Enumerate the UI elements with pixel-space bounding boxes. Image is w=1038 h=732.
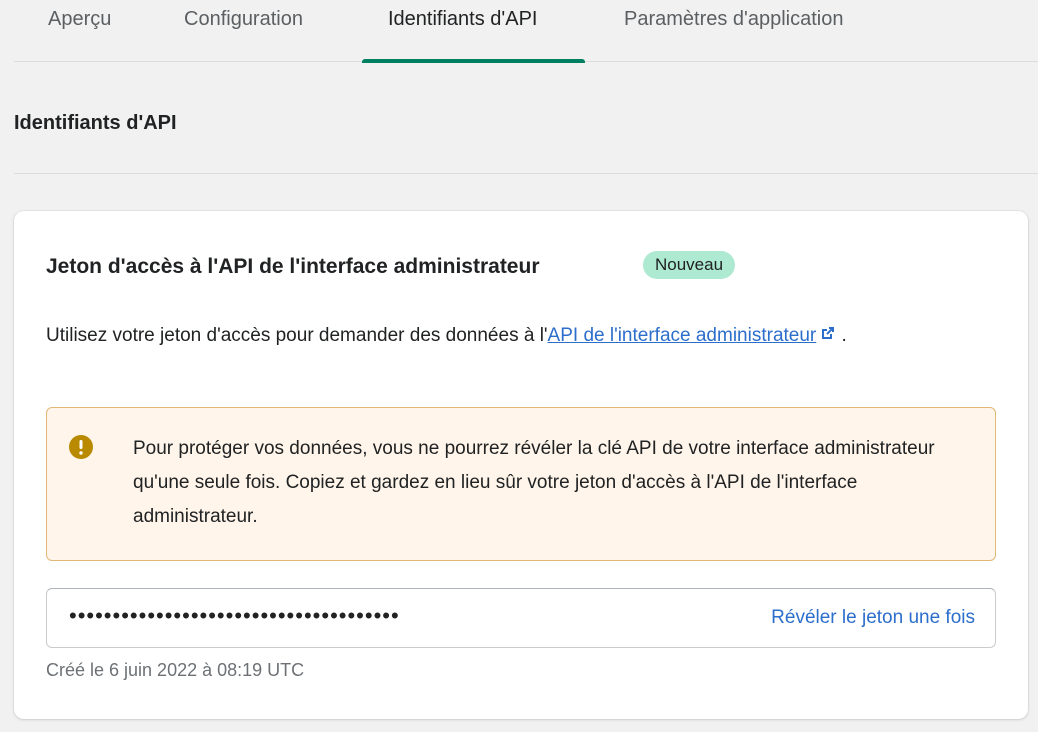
created-timestamp: Créé le 6 juin 2022 à 08:19 UTC xyxy=(46,660,305,680)
admin-api-token-card: Jeton d'accès à l'API de l'interface adm… xyxy=(14,211,1028,719)
warning-banner-text: Pour protéger vos données, vous ne pourr… xyxy=(133,438,935,527)
description-suffix: . xyxy=(836,325,847,347)
masked-token-value: •••••••••••••••••••••••••••••••••••••• xyxy=(69,603,400,628)
warning-banner: Pour protéger vos données, vous ne pourr… xyxy=(46,407,996,561)
tab-configuration[interactable]: Configuration xyxy=(184,8,303,31)
new-badge: Nouveau xyxy=(643,251,736,279)
active-tab-indicator xyxy=(362,59,585,63)
description-text: Utilisez votre jeton d'accès pour demand… xyxy=(46,325,548,347)
external-link-icon xyxy=(820,321,836,351)
reveal-token-button[interactable]: Révéler le jeton une fois xyxy=(771,607,975,629)
warning-icon xyxy=(69,435,93,459)
card-title: Jeton d'accès à l'API de l'interface adm… xyxy=(46,255,540,278)
admin-api-link[interactable]: API de l'interface administrateur xyxy=(548,325,837,346)
section-title: Identifiants d'API xyxy=(14,112,177,134)
admin-api-link-label: API de l'interface administrateur xyxy=(547,325,817,347)
tab-app-settings[interactable]: Paramètres d'application xyxy=(624,8,844,31)
section-divider xyxy=(14,173,1038,174)
tab-bar: Aperçu Configuration Identifiants d'API … xyxy=(14,0,1038,63)
card-description: Utilisez votre jeton d'accès pour demand… xyxy=(46,321,946,351)
tab-api-credentials[interactable]: Identifiants d'API xyxy=(388,8,537,31)
tab-overview[interactable]: Aperçu xyxy=(48,8,111,31)
token-field[interactable]: •••••••••••••••••••••••••••••••••••••• R… xyxy=(46,588,996,648)
